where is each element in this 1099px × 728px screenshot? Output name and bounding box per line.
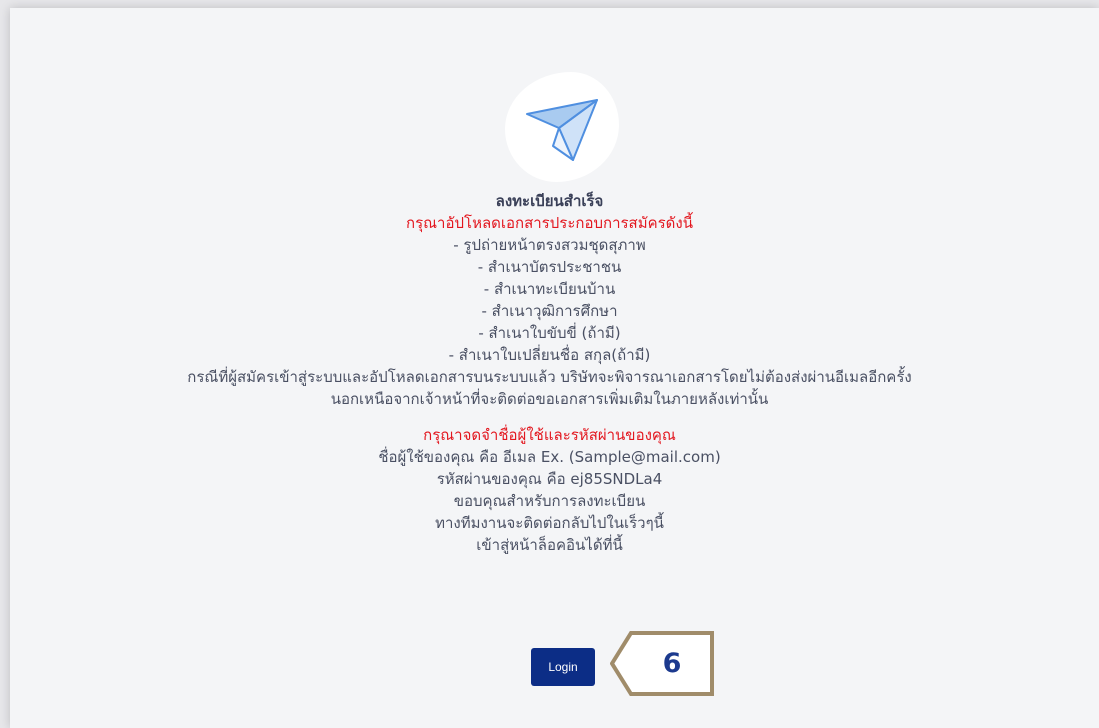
login-button[interactable]: Login (531, 648, 595, 686)
success-title: ลงทะเบียนสำเร็จ (495, 192, 604, 210)
step-number: 6 (662, 648, 682, 679)
document-item: - สำเนาทะเบียนบ้าน (483, 280, 616, 298)
upload-heading: กรุณาอัปโหลดเอกสารประกอบการสมัครดังนี้ (406, 214, 693, 232)
document-item: - สำเนาใบเปลี่ยนชื่อ สกุล(ถ้ามี) (448, 346, 651, 364)
note-line-1: กรณีที่ผู้สมัครเข้าสู่ระบบและอัปโหลดเอกส… (187, 368, 912, 386)
registration-message: ลงทะเบียนสำเร็จ กรุณาอัปโหลดเอกสารประกอบ… (0, 190, 1099, 556)
login-prompt: เข้าสู่หน้าล็อคอินได้ที่นี้ (476, 536, 623, 554)
username-info: ชื่อผู้ใช้ของคุณ คือ อีเมล Ex. (Sample@m… (378, 448, 721, 466)
remember-heading: กรุณาจดจำชื่อผู้ใช้และรหัสผ่านของคุณ (423, 426, 676, 444)
note-line-2: นอกเหนือจากเจ้าหน้าที่จะติดต่อขอเอกสารเพ… (330, 390, 769, 408)
paper-plane-icon (526, 99, 598, 161)
thanks-text: ขอบคุณสำหรับการลงทะเบียน (453, 492, 646, 510)
document-item: - สำเนาบัตรประชาชน (477, 258, 622, 276)
document-item: - สำเนาวุฒิการศึกษา (481, 302, 618, 320)
contact-text: ทางทีมงานจะติดต่อกลับไปในเร็วๆนี้ (435, 514, 664, 532)
document-item: - รูปถ่ายหน้าตรงสวมชุดสุภาพ (453, 236, 646, 254)
document-item: - สำเนาใบขับขี่ (ถ้ามี) (478, 324, 621, 342)
password-info: รหัสผ่านของคุณ คือ ej85SNDLa4 (436, 470, 663, 488)
